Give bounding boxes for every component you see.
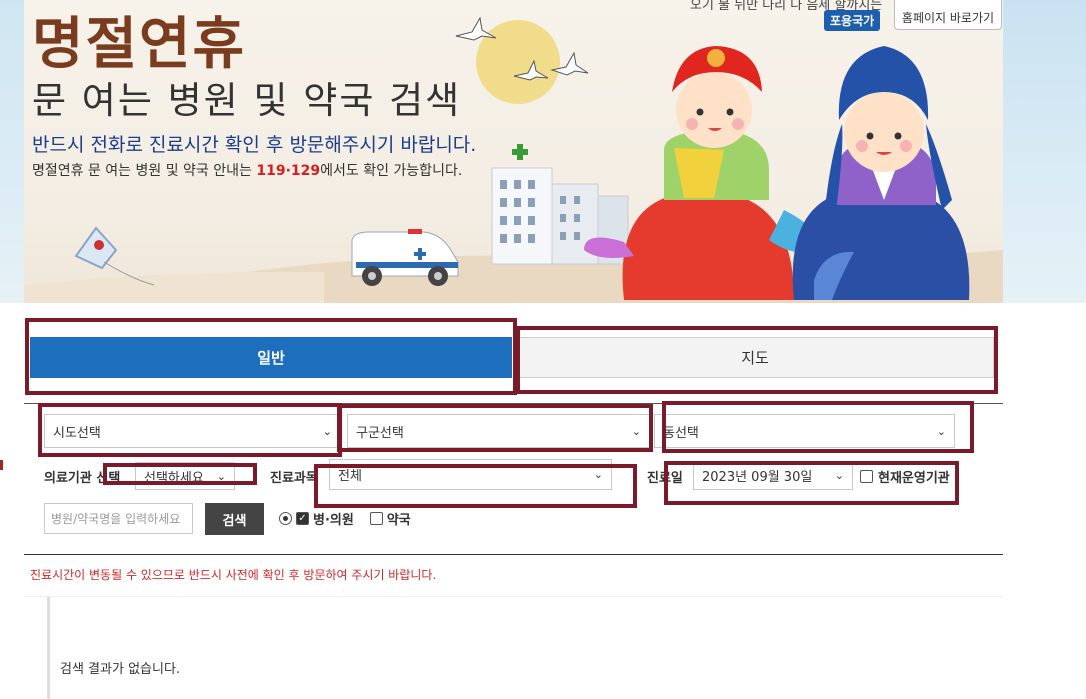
chevron-down-icon: ⌄ — [834, 469, 844, 482]
gugun-select[interactable]: 구군선택 ⌄ — [347, 414, 650, 448]
no-results-message: 검색 결과가 없습니다. — [60, 662, 181, 677]
moon-shape — [476, 20, 560, 104]
date-select-value: 2023년 09월 30일 — [702, 470, 813, 485]
boy-character — [792, 46, 970, 300]
department-label: 진료과목 — [270, 471, 318, 486]
dong-select[interactable]: 동선택 ⌄ — [654, 414, 955, 448]
institution-select[interactable]: 선택하세요 ⌄ — [135, 462, 235, 490]
chevron-down-icon: ⌄ — [631, 424, 641, 438]
banner-info: 명절연휴 문 여는 병원 및 약국 안내는 119·129에서도 확인 가능합니… — [32, 160, 462, 182]
banner-subtitle: 문 여는 병원 및 약국 검색 — [32, 79, 462, 122]
banner-sky-right — [1003, 0, 1086, 303]
banner-title: 명절연휴 — [32, 12, 247, 77]
section-divider — [24, 403, 1003, 404]
institution-select-value: 선택하세요 — [144, 470, 204, 486]
gov-badge: 포용국가 — [824, 10, 881, 31]
gugun-select-value: 구군선택 — [356, 425, 404, 441]
institution-label: 의료기관 선택 — [44, 471, 121, 486]
edge-marker — [0, 460, 3, 470]
pharmacy-checkbox[interactable] — [369, 512, 383, 525]
tab-map[interactable]: 지도 — [516, 337, 994, 378]
holiday-banner: 명절연휴 문 여는 병원 및 약국 검색 반드시 전화로 진료시간 확인 후 방… — [24, 0, 1003, 303]
operating-checkbox[interactable] — [860, 470, 873, 483]
banner-notice: 반드시 전화로 진료시간 확인 후 방문해주시기 바랍니다. — [32, 134, 477, 156]
type-radio[interactable] — [279, 512, 292, 525]
sido-select-value: 시도선택 — [53, 425, 101, 441]
date-select[interactable]: 2023년 09월 30일 ⌄ — [693, 461, 853, 490]
chevron-down-icon: ⌄ — [322, 424, 332, 438]
operating-label: 현재운영기관 — [878, 471, 950, 486]
dong-select-value: 동선택 — [663, 425, 699, 441]
homepage-button[interactable]: 홈페이지 바로가기 — [894, 0, 1002, 30]
hospital-checkbox[interactable]: ✓ — [296, 512, 309, 525]
results-divider — [24, 596, 1003, 597]
form-divider — [24, 554, 1003, 555]
crane-shape — [455, 16, 497, 41]
date-label: 진료일 — [647, 471, 683, 486]
pharmacy-label: 약국 — [386, 513, 411, 528]
institution-type-options: ✓ 병·의원 약국 — [279, 509, 411, 528]
banner-info-numbers: 119·129 — [256, 163, 321, 179]
banner-info-suffix: 에서도 확인 가능합니다. — [320, 163, 463, 179]
chevron-down-icon: ⌄ — [593, 468, 603, 481]
tab-general[interactable]: 일반 — [30, 337, 512, 378]
chevron-down-icon: ⌄ — [216, 469, 226, 483]
visit-warning: 진료시간이 변동될 수 있으므로 반드시 사전에 확인 후 방문하여 주시기 바… — [30, 568, 437, 582]
chevron-down-icon: ⌄ — [936, 424, 946, 438]
search-input[interactable]: 병원/약국명을 입력하세요 — [44, 503, 193, 534]
results-sidebar-bar — [47, 597, 50, 699]
operating-filter: 현재운영기관 — [860, 467, 950, 486]
banner-info-prefix: 명절연휴 문 여는 병원 및 약국 안내는 — [32, 163, 257, 179]
sido-select[interactable]: 시도선택 ⌄ — [44, 414, 341, 448]
banner-sky-left — [0, 0, 24, 303]
search-button[interactable]: 검색 — [205, 503, 264, 535]
hospital-label: 병·의원 — [313, 513, 354, 528]
department-select-value: 전체 — [338, 469, 362, 484]
department-select[interactable]: 전체 ⌄ — [329, 459, 612, 490]
